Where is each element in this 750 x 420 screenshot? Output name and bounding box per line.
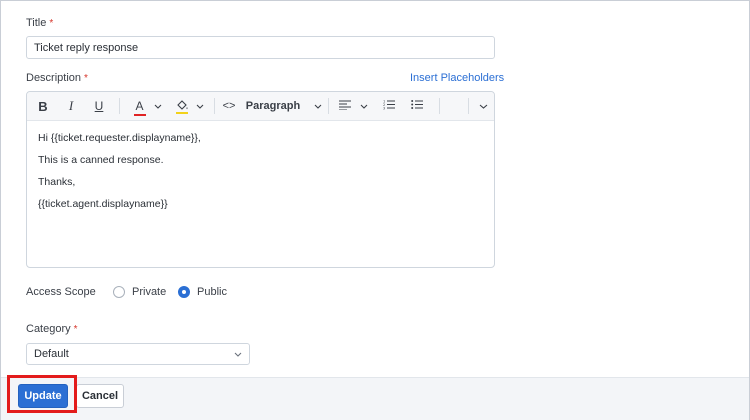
align-dropdown[interactable]: [335, 96, 371, 116]
category-select-value: Default: [34, 348, 69, 360]
chevron-down-icon: [196, 104, 204, 109]
insert-placeholders-link[interactable]: Insert Placeholders: [410, 72, 504, 84]
category-label-text: Category: [26, 323, 71, 335]
paint-bucket-icon: [175, 99, 189, 114]
title-label: Title *: [26, 17, 53, 29]
editor-toolbar: B I U A <> Paragraph 1 2 3: [27, 92, 494, 121]
title-label-text: Title: [26, 17, 47, 29]
text-color-bar: [133, 114, 146, 116]
update-button[interactable]: Update: [18, 384, 68, 408]
public-radio[interactable]: [178, 286, 190, 298]
bold-button[interactable]: B: [35, 96, 51, 116]
text-color-glyph: A: [135, 99, 144, 113]
title-input[interactable]: Ticket reply response: [26, 36, 495, 59]
highlight-color-button[interactable]: [171, 96, 207, 116]
toolbar-divider: [328, 98, 329, 114]
ordered-list-button[interactable]: 123: [381, 96, 397, 116]
align-left-icon: [338, 99, 351, 113]
text-color-button[interactable]: A: [129, 96, 165, 116]
svg-text:3: 3: [383, 107, 385, 111]
required-mark: *: [73, 324, 78, 335]
title-input-value: Ticket reply response: [34, 41, 139, 54]
editor-line: This is a canned response.: [38, 154, 164, 166]
italic-button[interactable]: I: [63, 96, 79, 116]
paragraph-style-label: Paragraph: [245, 100, 301, 112]
underline-button[interactable]: U: [91, 96, 107, 116]
chevron-down-icon: [234, 352, 242, 357]
code-button[interactable]: <>: [220, 96, 238, 116]
private-radio[interactable]: [113, 286, 125, 298]
chevron-down-icon: [360, 104, 368, 109]
required-mark: *: [49, 18, 54, 29]
form-footer: Update Cancel: [1, 377, 749, 420]
numbered-list-icon: 123: [383, 99, 395, 113]
private-radio-label[interactable]: Private: [132, 286, 166, 298]
editor-content[interactable]: Hi {{ticket.requester.displayname}}, Thi…: [38, 130, 201, 218]
toolbar-divider: [468, 98, 469, 114]
required-mark: *: [84, 73, 88, 84]
editor-line: Thanks,: [38, 176, 76, 188]
description-label-text: Description: [26, 72, 82, 84]
description-label: Description *: [26, 72, 88, 84]
more-options-button[interactable]: [475, 96, 491, 116]
category-select[interactable]: Default: [26, 343, 250, 365]
bullet-list-button[interactable]: [409, 96, 425, 116]
editor-line: Hi {{ticket.requester.displayname}},: [38, 132, 201, 144]
description-editor[interactable]: B I U A <> Paragraph 1 2 3 Hi {{ticket.r…: [26, 91, 495, 268]
category-label: Category *: [26, 323, 78, 335]
access-scope-label: Access Scope: [26, 286, 96, 298]
form-panel: Title * Ticket reply response Description…: [0, 0, 750, 420]
toolbar-divider: [214, 98, 215, 114]
editor-line: {{ticket.agent.displayname}}: [38, 198, 168, 210]
chevron-down-icon: [154, 104, 162, 109]
chevron-down-icon: [479, 104, 488, 109]
highlight-color-bar: [175, 112, 188, 114]
chevron-down-icon: [314, 104, 322, 109]
public-radio-label[interactable]: Public: [197, 286, 227, 298]
toolbar-divider: [119, 98, 120, 114]
bullet-list-icon: [411, 99, 423, 113]
paragraph-style-dropdown[interactable]: Paragraph: [245, 96, 322, 116]
cancel-button[interactable]: Cancel: [76, 384, 124, 408]
toolbar-divider: [439, 98, 440, 114]
